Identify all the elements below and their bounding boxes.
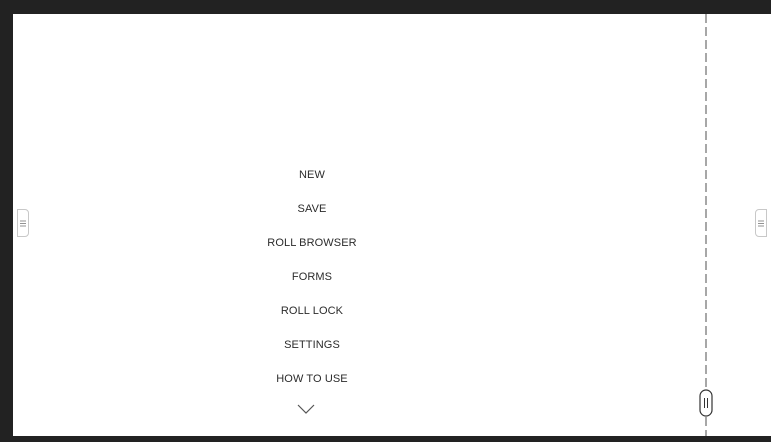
menu-item-roll-lock[interactable]: ROLL LOCK <box>212 300 412 334</box>
roll-cut-line[interactable] <box>705 14 707 436</box>
menu-item-how-to-use[interactable]: HOW TO USE <box>212 368 412 402</box>
display-frame: NEW SAVE ROLL BROWSER FORMS ROLL LOCK SE… <box>0 0 771 442</box>
menu-item-new[interactable]: NEW <box>212 164 412 198</box>
left-panel-handle[interactable] <box>17 209 29 237</box>
cut-line-handle[interactable] <box>699 389 713 417</box>
menu-item-forms[interactable]: FORMS <box>212 266 412 300</box>
menu-item-roll-browser[interactable]: ROLL BROWSER <box>212 232 412 266</box>
menu-lines-icon <box>758 220 764 226</box>
main-menu: NEW SAVE ROLL BROWSER FORMS ROLL LOCK SE… <box>212 164 412 402</box>
menu-lines-icon <box>20 220 26 226</box>
chevron-down-icon[interactable] <box>296 403 316 415</box>
canvas-screen[interactable]: NEW SAVE ROLL BROWSER FORMS ROLL LOCK SE… <box>13 14 771 436</box>
right-panel-handle[interactable] <box>755 209 767 237</box>
menu-item-settings[interactable]: SETTINGS <box>212 334 412 368</box>
menu-item-save[interactable]: SAVE <box>212 198 412 232</box>
